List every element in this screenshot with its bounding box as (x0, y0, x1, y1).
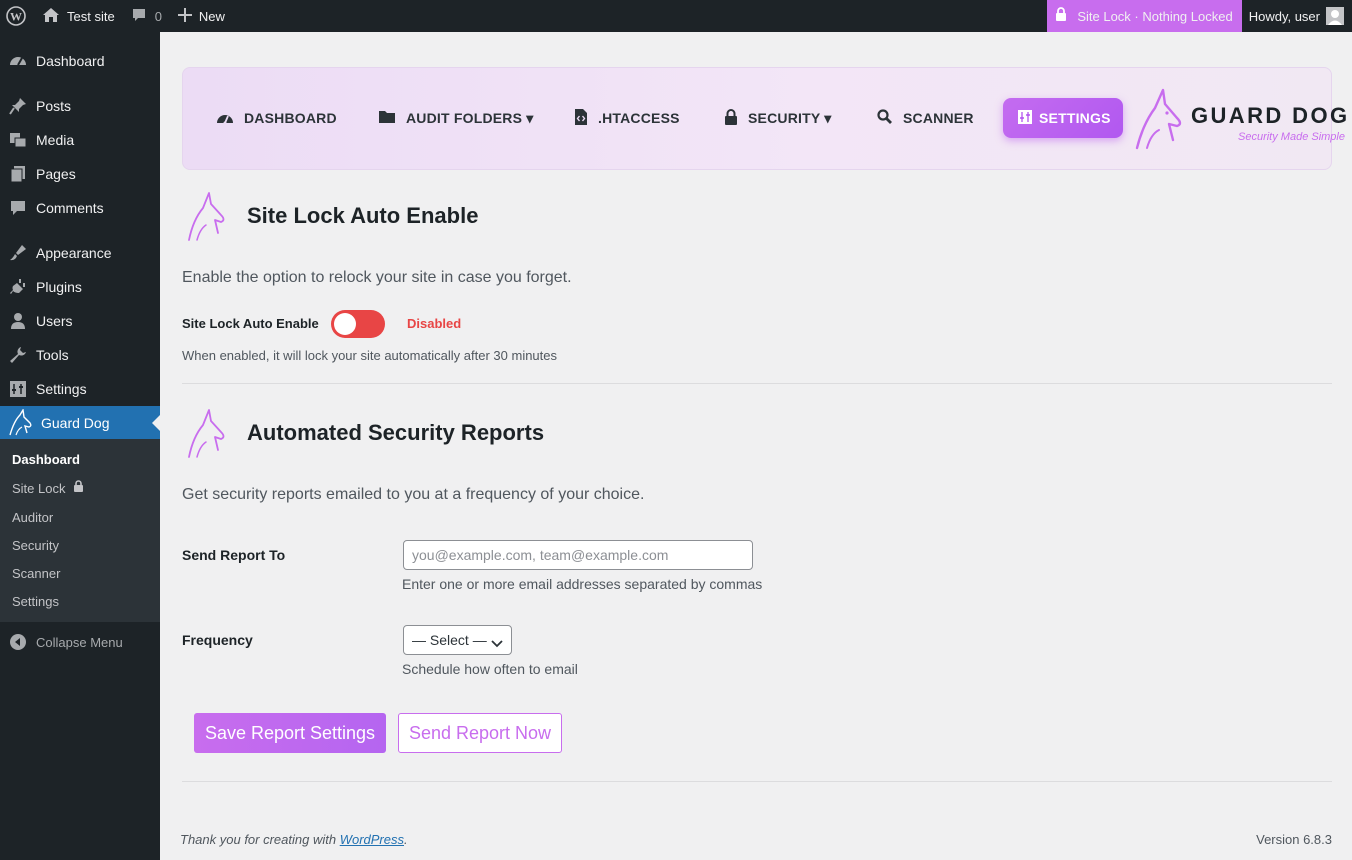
code-file-icon (574, 108, 588, 128)
lock-icon (724, 108, 738, 128)
new-label: New (198, 8, 225, 24)
user-icon (0, 312, 36, 330)
svg-text:W: W (10, 10, 22, 24)
admin-bar-comments[interactable]: 0 (123, 0, 170, 32)
lock-icon (1055, 7, 1067, 25)
admin-bar-new[interactable]: New (170, 0, 233, 32)
dog-logo-icon (188, 192, 225, 241)
sidebar-item-comments[interactable]: Comments (0, 191, 160, 225)
toggle-state-text: Disabled (407, 316, 462, 331)
dog-logo-icon (1135, 88, 1182, 150)
howdy-text: Howdy, user (1248, 8, 1320, 24)
tab-scanner[interactable]: SCANNER (877, 98, 974, 138)
media-icon (0, 131, 36, 149)
section-title-reports: Automated Security Reports (247, 420, 545, 445)
dashboard-icon (0, 52, 36, 70)
save-report-settings-button[interactable]: Save Report Settings (194, 713, 386, 753)
avatar (1326, 7, 1344, 25)
section-title-site-lock: Site Lock Auto Enable (247, 203, 479, 228)
settings-icon (0, 380, 36, 398)
submenu-auditor[interactable]: Auditor (12, 510, 53, 525)
report-email-input[interactable] (403, 540, 753, 570)
frequency-selected-value: — Select — (412, 632, 487, 648)
sidebar-item-users[interactable]: Users (0, 304, 160, 338)
site-lock-status-text: Site Lock · Nothing Locked (1077, 8, 1233, 24)
email-help-text: Enter one or more email addresses separa… (402, 576, 763, 592)
site-lock-toggle-label: Site Lock Auto Enable (182, 316, 319, 331)
footer-version: Version 6.8.3 (1256, 832, 1332, 847)
dog-logo-icon (188, 409, 225, 458)
guard-dog-icon (0, 409, 41, 437)
pin-icon (0, 97, 36, 115)
tab-security[interactable]: SECURITY ▾ (724, 98, 831, 138)
tab-dashboard[interactable]: DASHBOARD (216, 98, 337, 138)
toggle-knob (334, 313, 356, 335)
sidebar-item-guard-dog[interactable]: Guard Dog (0, 406, 160, 440)
sidebar-item-tools[interactable]: Tools (0, 338, 160, 372)
submenu-scanner[interactable]: Scanner (12, 566, 60, 581)
send-report-to-label: Send Report To (182, 547, 286, 563)
site-lock-status[interactable]: Site Lock · Nothing Locked (1047, 0, 1242, 32)
sidebar-item-plugins[interactable]: Plugins (0, 270, 160, 304)
section-divider (182, 781, 1332, 782)
submenu-dashboard[interactable]: Dashboard (12, 452, 80, 467)
section-description-site-lock: Enable the option to relock your site in… (182, 269, 572, 286)
wrench-icon (0, 346, 36, 364)
sidebar-item-dashboard[interactable]: Dashboard (0, 44, 160, 78)
frequency-select[interactable]: — Select — (403, 625, 512, 655)
submenu-settings[interactable]: Settings (12, 594, 59, 609)
footer-thanks: Thank you for creating with WordPress. (180, 832, 408, 847)
site-lock-help-text: When enabled, it will lock your site aut… (182, 348, 558, 363)
plus-icon (177, 7, 192, 25)
guard-dog-submenu: Dashboard Site Lock Auditor Security Sca… (0, 439, 160, 622)
admin-bar: W Test site 0 New Site Lock · Nothing Lo… (0, 0, 1352, 32)
wordpress-logo-icon[interactable]: W (0, 0, 32, 32)
sidebar-item-pages[interactable]: Pages (0, 157, 160, 191)
folder-icon (378, 110, 396, 127)
frequency-help-text: Schedule how often to email (402, 661, 578, 677)
guard-dog-logo: GUARD DOG Security Made Simple (1133, 86, 1347, 152)
sidebar-item-media[interactable]: Media (0, 123, 160, 157)
collapse-menu-button[interactable]: Collapse Menu (0, 627, 160, 657)
search-icon (877, 108, 893, 128)
logo-tagline: Security Made Simple (1238, 131, 1345, 143)
tab-settings[interactable]: SETTINGS (1003, 98, 1123, 138)
site-name: Test site (67, 8, 115, 24)
home-icon (42, 7, 60, 26)
frequency-label: Frequency (182, 632, 253, 648)
pages-icon (0, 165, 36, 183)
settings-icon (1017, 109, 1033, 128)
guard-dog-nav: DASHBOARD AUDIT FOLDERS ▾ .HTACCESS SECU… (182, 67, 1347, 170)
comments-count: 0 (154, 8, 162, 24)
tab-audit-folders[interactable]: AUDIT FOLDERS ▾ (378, 98, 533, 138)
site-lock-auto-toggle[interactable] (331, 310, 385, 338)
lock-icon (73, 480, 84, 496)
collapse-arrow-icon (0, 634, 36, 650)
logo-name: GUARD DOG (1191, 103, 1350, 128)
comment-icon (0, 199, 36, 217)
sidebar-item-appearance[interactable]: Appearance (0, 236, 160, 270)
plugin-icon (0, 278, 36, 296)
chevron-down-icon (491, 635, 503, 651)
dashboard-icon (216, 109, 234, 128)
tab-htaccess[interactable]: .HTACCESS (574, 98, 680, 138)
sidebar-item-settings[interactable]: Settings (0, 372, 160, 406)
comment-icon (131, 7, 147, 26)
admin-sidebar: Dashboard Posts Media Pages Comments App… (0, 32, 160, 860)
admin-bar-site[interactable]: Test site (32, 0, 123, 32)
section-divider (182, 383, 1332, 384)
wordpress-link[interactable]: WordPress (340, 832, 404, 847)
admin-bar-account[interactable]: Howdy, user (1242, 0, 1352, 32)
sidebar-item-posts[interactable]: Posts (0, 89, 160, 123)
submenu-site-lock[interactable]: Site Lock (12, 480, 84, 496)
send-report-now-button[interactable]: Send Report Now (398, 713, 562, 753)
brush-icon (0, 244, 36, 262)
section-description-reports: Get security reports emailed to you at a… (182, 486, 645, 503)
submenu-security[interactable]: Security (12, 538, 59, 553)
